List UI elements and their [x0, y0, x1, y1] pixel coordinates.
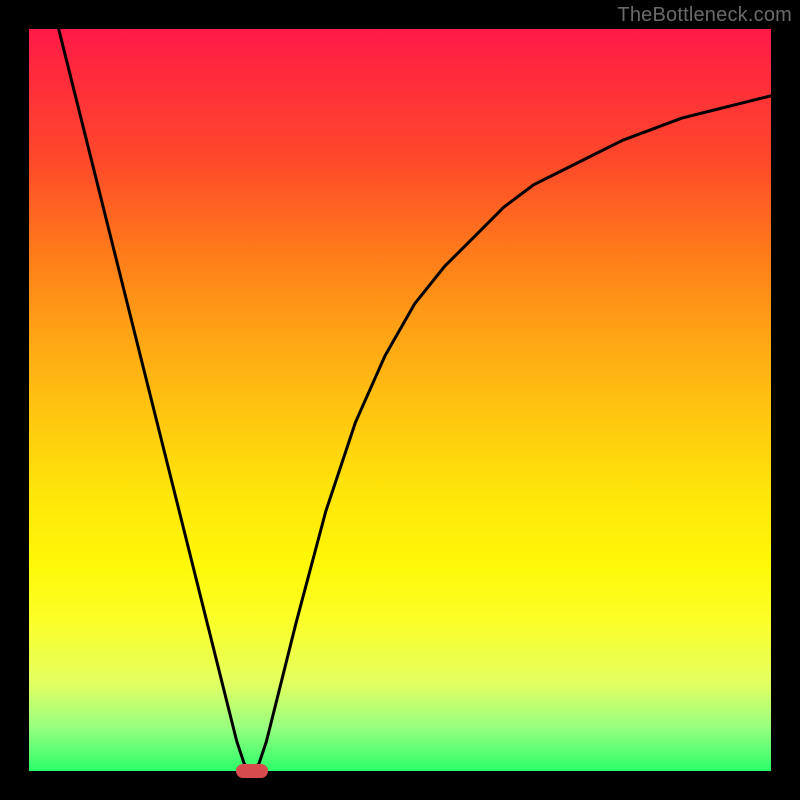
bottleneck-curve: [59, 29, 771, 771]
watermark-text: TheBottleneck.com: [617, 4, 792, 27]
chart-container: TheBottleneck.com: [0, 0, 800, 800]
optimal-marker: [236, 764, 268, 778]
curve-svg: [29, 29, 771, 771]
plot-area: [29, 29, 771, 771]
